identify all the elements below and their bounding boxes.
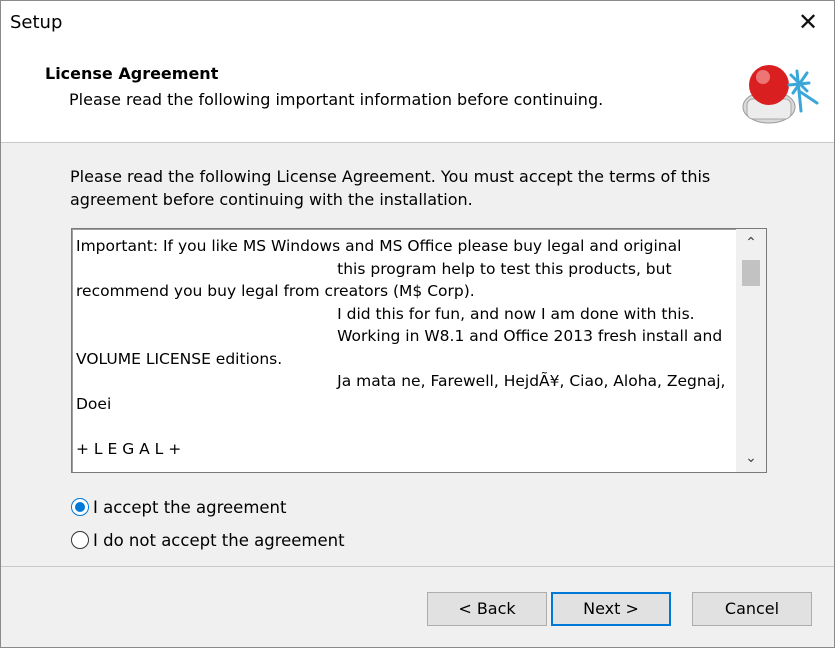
scrollbar[interactable]: ⌃ ⌄ <box>736 229 766 472</box>
decline-label: I do not accept the agreement <box>93 530 345 550</box>
page-subtitle: Please read the following important info… <box>69 90 604 109</box>
scroll-thumb[interactable] <box>742 260 760 286</box>
accept-label: I accept the agreement <box>93 497 287 517</box>
radio-decline[interactable] <box>71 531 89 549</box>
scroll-up-icon[interactable]: ⌃ <box>736 231 766 255</box>
back-button[interactable]: < Back <box>427 592 547 626</box>
accept-option[interactable]: I accept the agreement <box>71 495 287 519</box>
close-icon[interactable]: ✕ <box>796 10 820 34</box>
setup-window: Setup ✕ License Agreement Please read th… <box>0 0 835 648</box>
window-title: Setup <box>10 12 63 33</box>
scroll-down-icon[interactable]: ⌄ <box>736 446 766 470</box>
radio-accept[interactable] <box>71 498 89 516</box>
next-button[interactable]: Next > <box>551 592 671 626</box>
page-title: License Agreement <box>45 64 219 83</box>
intro-text: Please read the following License Agreem… <box>70 167 711 209</box>
footer-divider <box>1 566 834 567</box>
title-bar: Setup ✕ <box>1 1 834 45</box>
setup-logo-icon <box>742 65 819 124</box>
cancel-button[interactable]: Cancel <box>692 592 812 626</box>
license-textbox[interactable]: Important: If you like MS Windows and MS… <box>71 228 767 473</box>
decline-option[interactable]: I do not accept the agreement <box>71 528 345 552</box>
license-text: Important: If you like MS Windows and MS… <box>76 237 726 458</box>
wizard-header: License Agreement Please read the follow… <box>1 45 834 143</box>
